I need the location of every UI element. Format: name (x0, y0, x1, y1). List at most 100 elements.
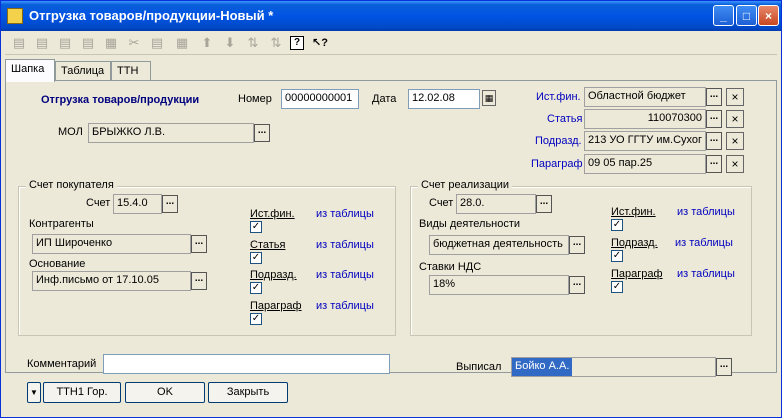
close-button[interactable]: Закрыть (208, 382, 288, 403)
vat-select-button[interactable]: ... (569, 276, 585, 294)
calendar-icon[interactable]: ▦ (482, 90, 496, 106)
sales-flag-source-fin-checkbox[interactable]: ✓ (611, 219, 623, 231)
ok-button[interactable]: OK (125, 382, 205, 403)
mol-field[interactable]: БРЫЖКО Л.В. (88, 123, 254, 143)
move-up-icon[interactable]: ⬆ (198, 34, 216, 52)
number-field[interactable]: 00000000001 (281, 89, 359, 109)
paragraph-label[interactable]: Параграф (531, 158, 583, 170)
minimize-button[interactable]: _ (713, 5, 734, 26)
article-clear-icon[interactable]: × (726, 110, 744, 128)
context-help-icon[interactable]: ↖? (311, 34, 329, 52)
article-select-button[interactable]: ... (706, 110, 722, 128)
buyer-flag-article-source: из таблицы (316, 239, 374, 251)
contractors-field[interactable]: ИП Широченко (32, 234, 191, 254)
date-field[interactable]: 12.02.08 (408, 89, 480, 109)
copy-icon[interactable]: ▤ (33, 34, 51, 52)
contractors-select-button[interactable]: ... (191, 235, 207, 253)
department-label[interactable]: Подразд. (535, 135, 582, 147)
mark-delete-icon[interactable]: ▦ (102, 34, 120, 52)
basis-label: Основание (29, 258, 86, 270)
mol-label: МОЛ (58, 126, 83, 138)
window-title: Отгрузка товаров/продукции-Новый * (29, 8, 274, 23)
vat-field[interactable]: 18% (429, 275, 569, 295)
maximize-button[interactable]: □ (736, 5, 757, 26)
tab-panel-header: Отгрузка товаров/продукции Номер 0000000… (5, 80, 777, 373)
cut-icon[interactable]: ✂ (125, 34, 143, 52)
help-icon[interactable]: ? (290, 36, 304, 50)
sales-flag-department-label: Подразд. (611, 237, 658, 249)
hierarchy-icon[interactable]: ▦ (173, 34, 191, 52)
article-field[interactable]: 110070300 (584, 109, 706, 129)
menu-dropdown-button[interactable]: ▼ (27, 382, 41, 403)
issued-label: Выписал (456, 361, 502, 373)
edit-icon[interactable]: ▤ (56, 34, 74, 52)
issued-field[interactable]: Бойко А.А. (511, 357, 716, 377)
buyer-flag-article-label: Статья (250, 239, 286, 251)
department-field[interactable]: 213 УО ГГТУ им.Сухог (584, 131, 706, 151)
article-label[interactable]: Статья (547, 113, 582, 125)
sort-desc-icon[interactable]: ⇅ (267, 34, 285, 52)
buyer-account-field[interactable]: 15.4.0 (113, 194, 162, 214)
sales-flag-source-fin-source: из таблицы (677, 206, 735, 218)
vat-label: Ставки НДС (419, 261, 482, 273)
document-window: Отгрузка товаров/продукции-Новый * _ □ ×… (0, 0, 782, 418)
activity-label: Виды деятельности (419, 218, 521, 230)
sales-account-field[interactable]: 28.0. (456, 194, 536, 214)
sales-flag-paragraph-source: из таблицы (677, 268, 735, 280)
sales-flag-department-source: из таблицы (675, 237, 733, 249)
contractors-label: Контрагенты (29, 218, 94, 230)
paragraph-select-button[interactable]: ... (706, 155, 722, 173)
tab-table[interactable]: Таблица (55, 61, 111, 81)
source-fin-label[interactable]: Ист.фин. (536, 91, 581, 103)
mol-select-button[interactable]: ... (254, 124, 270, 142)
sales-account-label: Счет (429, 197, 454, 209)
buyer-flag-paragraph-source: из таблицы (316, 300, 374, 312)
basis-field[interactable]: Инф.письмо от 17.10.05 (32, 271, 191, 291)
activity-field[interactable]: бюджетная деятельность (429, 235, 569, 255)
sales-account-select-button[interactable]: ... (536, 195, 552, 213)
buyer-account-select-button[interactable]: ... (162, 195, 178, 213)
activity-select-button[interactable]: ... (569, 236, 585, 254)
sort-asc-icon[interactable]: ⇅ (244, 34, 262, 52)
close-window-button[interactable]: × (758, 5, 779, 26)
buyer-flag-paragraph-checkbox[interactable]: ✓ (250, 313, 262, 325)
buyer-flag-source-fin-label: Ист.фин. (250, 208, 295, 220)
new-icon[interactable]: ▤ (10, 34, 28, 52)
tab-header[interactable]: Шапка (5, 59, 55, 82)
tab-ttn[interactable]: ТТН (111, 61, 151, 81)
app-icon (7, 8, 23, 24)
move-down-icon[interactable]: ⬇ (221, 34, 239, 52)
buyer-account-group: Счет покупателя Счет 15.4.0 ... Контраге… (18, 179, 396, 336)
sales-flag-department-checkbox[interactable]: ✓ (611, 250, 623, 262)
source-fin-field[interactable]: Областной бюджет (584, 87, 706, 107)
comment-field[interactable] (103, 354, 390, 374)
buyer-flag-source-fin-checkbox[interactable]: ✓ (250, 221, 262, 233)
basis-select-button[interactable]: ... (191, 272, 207, 290)
issued-select-button[interactable]: ... (716, 358, 732, 376)
delete-icon[interactable]: ▤ (79, 34, 97, 52)
buyer-flag-source-fin-source: из таблицы (316, 208, 374, 220)
properties-icon[interactable]: ▤ (148, 34, 166, 52)
department-select-button[interactable]: ... (706, 132, 722, 150)
buyer-flag-paragraph-label: Параграф (250, 300, 302, 312)
paragraph-field[interactable]: 09 05 пар.25 (584, 154, 706, 174)
sales-flag-paragraph-label: Параграф (611, 268, 663, 280)
date-label: Дата (372, 93, 397, 105)
buyer-flag-department-checkbox[interactable]: ✓ (250, 282, 262, 294)
sales-account-group: Счет реализации Счет 28.0. ... Виды деят… (410, 179, 752, 336)
buyer-account-title: Счет покупателя (26, 179, 117, 191)
paragraph-clear-icon[interactable]: × (726, 155, 744, 173)
number-label: Номер (238, 93, 272, 105)
title-bar[interactable]: Отгрузка товаров/продукции-Новый * _ □ × (1, 1, 781, 31)
source-fin-select-button[interactable]: ... (706, 88, 722, 106)
sales-flag-paragraph-checkbox[interactable]: ✓ (611, 281, 623, 293)
buyer-account-label: Счет (86, 197, 111, 209)
document-heading: Отгрузка товаров/продукции (41, 94, 200, 106)
buyer-flag-department-source: из таблицы (316, 269, 374, 281)
sales-flag-source-fin-label: Ист.фин. (611, 206, 656, 218)
ttn-button[interactable]: ТТН1 Гор. (43, 382, 121, 403)
source-fin-clear-icon[interactable]: × (726, 88, 744, 106)
department-clear-icon[interactable]: × (726, 132, 744, 150)
issued-value: Бойко А.А. (512, 358, 573, 376)
buyer-flag-article-checkbox[interactable]: ✓ (250, 252, 262, 264)
